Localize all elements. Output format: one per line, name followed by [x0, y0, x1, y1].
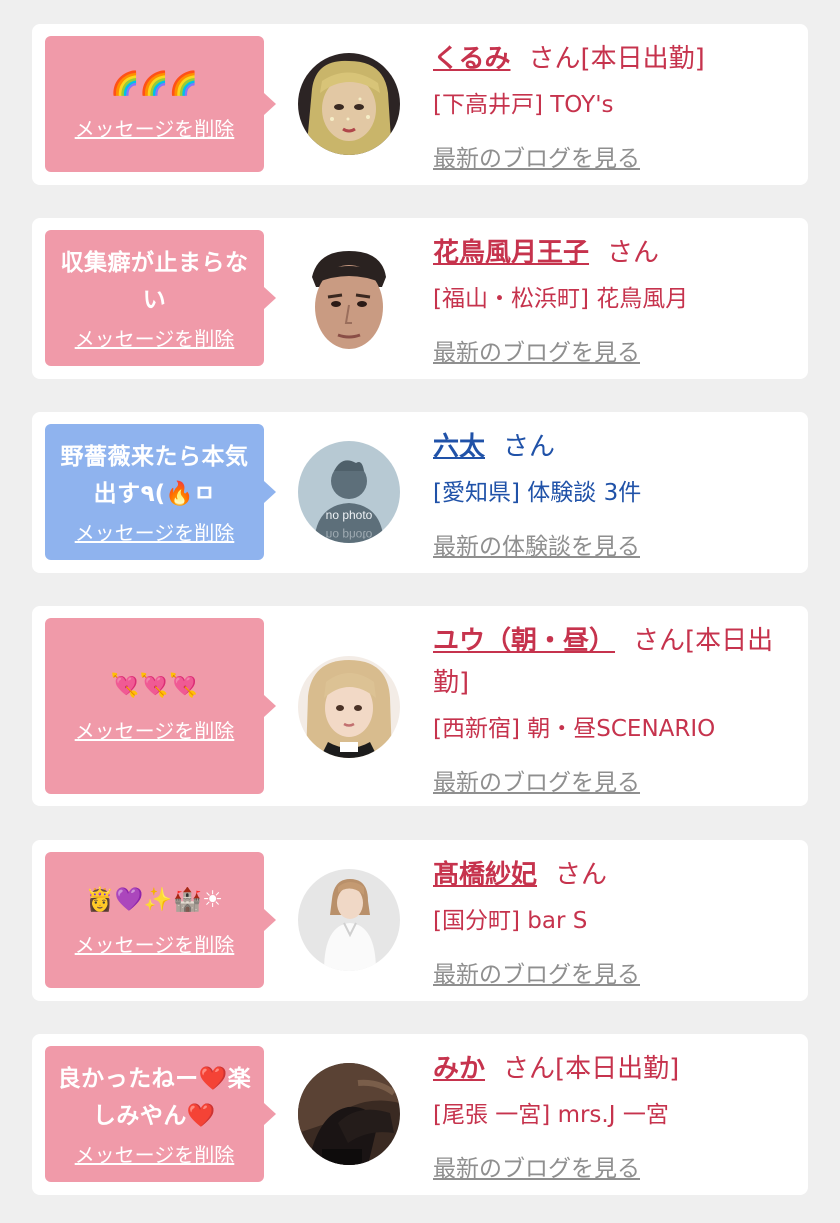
- message-card: 💘💘💘 メッセージを削除 ユウ（朝・昼） さん[本日出勤] [西新宿] 朝・昼SC…: [32, 606, 808, 806]
- avatar[interactable]: [298, 869, 400, 971]
- latest-blog-link[interactable]: 最新のブログを見る: [433, 768, 640, 798]
- sender-name-link[interactable]: くるみ: [433, 44, 510, 74]
- avatar-photo: [298, 869, 400, 971]
- delete-message-link[interactable]: メッセージを削除: [75, 113, 235, 142]
- avatar-photo: [298, 247, 400, 349]
- message-text: 良かったねー❤️楽しみやん❤️: [57, 1065, 252, 1129]
- sender-shop: [下高井戸] TOY's: [433, 92, 614, 118]
- sender-shop: [愛知県] 体験談 3件: [433, 480, 642, 506]
- message-bubble: 野薔薇来たら本気出す٩(🔥ㅁ メッセージを削除: [45, 424, 276, 560]
- message-card: 収集癖が止まらない メッセージを削除 花鳥風月王子 さん [福山・松浜町] 花鳥風…: [32, 218, 808, 379]
- sender-info: 花鳥風月王子 さん [福山・松浜町] 花鳥風月 最新のブログを見る: [433, 232, 790, 368]
- message-bubble: 良かったねー❤️楽しみやん❤️ メッセージを削除: [45, 1046, 276, 1182]
- sender-name-link[interactable]: 六太: [433, 432, 485, 462]
- avatar-photo: [298, 53, 400, 155]
- message-text: 🌈🌈🌈: [110, 71, 199, 97]
- message-bubble: 👸💜✨🏰☀ メッセージを削除: [45, 852, 276, 988]
- message-list: 🌈🌈🌈 メッセージを削除 くるみ さん[本日出勤] [下高井戸] TOY's 最新…: [0, 0, 840, 1223]
- latest-blog-link[interactable]: 最新のブログを見る: [433, 338, 640, 368]
- svg-text:no photo: no photo: [326, 528, 373, 542]
- message-text: 💘💘💘: [110, 673, 199, 699]
- message-bubble: 🌈🌈🌈 メッセージを削除: [45, 36, 276, 172]
- sender-name-link[interactable]: 花鳥風月王子: [433, 238, 589, 268]
- avatar[interactable]: [298, 656, 400, 758]
- sender-name-link[interactable]: ユウ（朝・昼）: [433, 626, 615, 656]
- sender-shop: [尾張 一宮] mrs.J 一宮: [433, 1102, 669, 1128]
- avatar[interactable]: [298, 247, 400, 349]
- sender-name-link[interactable]: 髙橋紗妃: [433, 860, 537, 890]
- message-card: 👸💜✨🏰☀ メッセージを削除 髙橋紗妃 さん [国分町] bar S 最新のブログ…: [32, 840, 808, 1001]
- sender-info: ユウ（朝・昼） さん[本日出勤] [西新宿] 朝・昼SCENARIO 最新のブログ…: [433, 620, 790, 798]
- message-text: 👸💜✨🏰☀: [85, 887, 224, 913]
- sender-suffix: さん: [555, 860, 608, 890]
- sender-suffix: さん: [503, 432, 556, 462]
- message-bubble: 💘💘💘 メッセージを削除: [45, 618, 276, 794]
- delete-message-link[interactable]: メッセージを削除: [75, 517, 235, 546]
- sender-info: くるみ さん[本日出勤] [下高井戸] TOY's 最新のブログを見る: [433, 38, 790, 174]
- sender-name-link[interactable]: みか: [433, 1054, 485, 1084]
- svg-text:no photo: no photo: [326, 508, 373, 522]
- no-photo-avatar: no photo no photo: [298, 441, 400, 543]
- message-bubble: 収集癖が止まらない メッセージを削除: [45, 230, 276, 366]
- sender-info: 六太 さん [愛知県] 体験談 3件 最新の体験談を見る: [433, 426, 790, 562]
- avatar-photo: [298, 1063, 400, 1165]
- avatar[interactable]: [298, 1063, 400, 1165]
- sender-shop: [福山・松浜町] 花鳥風月: [433, 286, 689, 312]
- delete-message-link[interactable]: メッセージを削除: [75, 929, 235, 958]
- sender-shop: [西新宿] 朝・昼SCENARIO: [433, 716, 716, 742]
- latest-blog-link[interactable]: 最新のブログを見る: [433, 144, 640, 174]
- sender-suffix: さん[本日出勤]: [528, 44, 705, 74]
- message-card: 野薔薇来たら本気出す٩(🔥ㅁ メッセージを削除 no photo no phot…: [32, 412, 808, 573]
- message-card: 良かったねー❤️楽しみやん❤️ メッセージを削除 みか さん[本日出勤] [尾張 …: [32, 1034, 808, 1195]
- sender-shop: [国分町] bar S: [433, 908, 588, 934]
- sender-suffix: さん: [607, 238, 660, 268]
- message-text: 野薔薇来たら本気出す٩(🔥ㅁ: [60, 443, 249, 507]
- sender-info: 髙橋紗妃 さん [国分町] bar S 最新のブログを見る: [433, 854, 790, 990]
- message-text: 収集癖が止まらない: [60, 249, 249, 313]
- sender-suffix: さん[本日出勤]: [503, 1054, 680, 1084]
- sender-info: みか さん[本日出勤] [尾張 一宮] mrs.J 一宮 最新のブログを見る: [433, 1048, 790, 1184]
- message-card: 🌈🌈🌈 メッセージを削除 くるみ さん[本日出勤] [下高井戸] TOY's 最新…: [32, 24, 808, 185]
- latest-blog-link[interactable]: 最新のブログを見る: [433, 1154, 640, 1184]
- delete-message-link[interactable]: メッセージを削除: [75, 715, 235, 744]
- latest-report-link[interactable]: 最新の体験談を見る: [433, 532, 640, 562]
- delete-message-link[interactable]: メッセージを削除: [75, 1139, 235, 1168]
- latest-blog-link[interactable]: 最新のブログを見る: [433, 960, 640, 990]
- avatar[interactable]: [298, 53, 400, 155]
- avatar-photo: [298, 656, 400, 758]
- avatar[interactable]: no photo no photo: [298, 441, 400, 543]
- delete-message-link[interactable]: メッセージを削除: [75, 323, 235, 352]
